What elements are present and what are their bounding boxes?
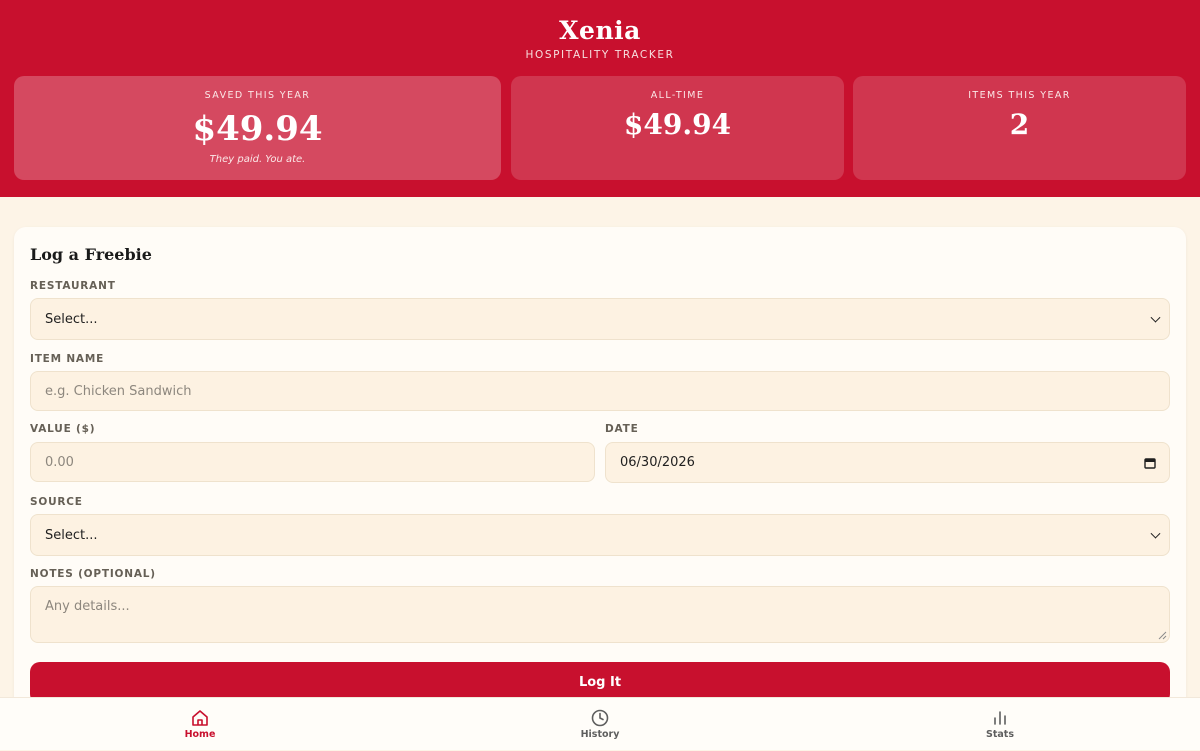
stat-value: $49.94 xyxy=(192,109,323,149)
source-select-value: Select... xyxy=(45,527,98,543)
calendar-icon[interactable] xyxy=(1144,457,1156,469)
stat-card-items-this-year: ITEMS THIS YEAR 2 xyxy=(853,76,1186,180)
stat-label: SAVED THIS YEAR xyxy=(204,90,311,101)
app-title: Xenia xyxy=(559,16,641,45)
item-name-label: ITEM NAME xyxy=(30,353,105,365)
app-subtitle: HOSPITALITY TRACKER xyxy=(525,49,675,61)
nav-item-history[interactable]: History xyxy=(540,698,660,751)
restaurant-select-value: Select... xyxy=(45,311,98,327)
nav-label: History xyxy=(580,729,620,740)
form-title: Log a Freebie xyxy=(30,245,152,264)
notes-textarea[interactable]: Any details... xyxy=(30,586,1170,643)
item-name-placeholder: e.g. Chicken Sandwich xyxy=(45,383,192,399)
value-input[interactable]: 0.00 xyxy=(30,442,595,482)
date-input[interactable]: 06/30/2026 xyxy=(605,442,1170,483)
notes-label: NOTES (OPTIONAL) xyxy=(30,568,156,580)
app-header: Xenia HOSPITALITY TRACKER SAVED THIS YEA… xyxy=(0,0,1200,197)
nav-label: Stats xyxy=(986,729,1014,740)
home-icon xyxy=(192,710,208,726)
item-name-input[interactable]: e.g. Chicken Sandwich xyxy=(30,371,1170,411)
chevron-down-icon xyxy=(1150,528,1161,539)
source-select[interactable]: Select... xyxy=(30,514,1170,556)
date-label: DATE xyxy=(605,423,639,435)
stat-value: $49.94 xyxy=(623,108,732,141)
source-label: SOURCE xyxy=(30,496,83,508)
nav-label: Home xyxy=(184,729,216,740)
notes-placeholder: Any details... xyxy=(45,599,130,614)
stat-label: ALL-TIME xyxy=(650,90,705,101)
nav-item-stats[interactable]: Stats xyxy=(940,698,1060,751)
resize-grip-icon[interactable] xyxy=(1157,630,1167,640)
value-placeholder: 0.00 xyxy=(45,454,74,470)
chevron-down-icon xyxy=(1150,312,1161,323)
stat-value: 2 xyxy=(1009,108,1030,141)
bottom-nav: Home History Stats xyxy=(0,697,1200,750)
value-label: VALUE ($) xyxy=(30,423,96,435)
restaurant-select[interactable]: Select... xyxy=(30,298,1170,340)
bar-chart-icon xyxy=(994,711,1006,725)
date-value: 06/30/2026 xyxy=(620,455,695,470)
stat-card-saved-this-year: SAVED THIS YEAR $49.94 They paid. You at… xyxy=(14,76,501,180)
log-freebie-form: Log a Freebie RESTAURANT Select... ITEM … xyxy=(14,227,1186,727)
clock-icon xyxy=(591,709,609,727)
stat-label: ITEMS THIS YEAR xyxy=(968,90,1071,101)
stat-tagline: They paid. You ate. xyxy=(209,154,306,165)
stat-card-all-time: ALL-TIME $49.94 xyxy=(511,76,844,180)
restaurant-label: RESTAURANT xyxy=(30,280,116,292)
nav-item-home[interactable]: Home xyxy=(140,698,260,751)
